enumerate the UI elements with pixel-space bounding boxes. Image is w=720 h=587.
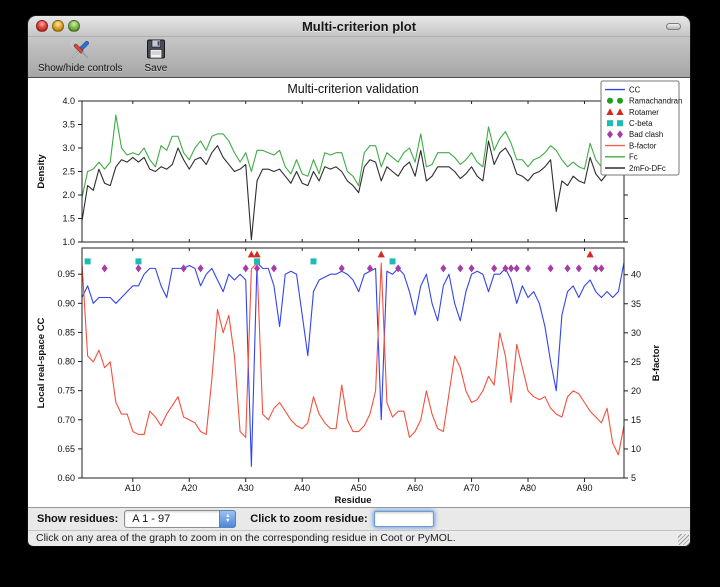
- svg-text:2.0: 2.0: [62, 190, 75, 200]
- zoom-residue-label: Click to zoom residue:: [250, 513, 367, 525]
- resize-grip[interactable]: [678, 534, 689, 545]
- svg-text:2mFo-DFc: 2mFo-DFc: [629, 164, 666, 173]
- titlebar[interactable]: Multi-criterion plot: [28, 16, 690, 37]
- toolbar: Show/hide controls Save: [28, 37, 690, 78]
- svg-text:0.75: 0.75: [57, 386, 75, 396]
- svg-text:0.60: 0.60: [57, 473, 75, 483]
- series-B-factor: [82, 263, 624, 455]
- svg-text:2.5: 2.5: [62, 167, 75, 177]
- svg-text:0.95: 0.95: [57, 269, 75, 279]
- svg-text:15: 15: [631, 415, 641, 425]
- svg-text:A80: A80: [520, 483, 536, 493]
- validation-panel: 0.95 0.90 0.85 0.80 0.75 0.70 0.65 0.60 40 35 30 25…: [36, 248, 662, 506]
- save-icon: [145, 38, 167, 62]
- chart-title: Multi-criterion validation: [287, 82, 418, 96]
- svg-text:10: 10: [631, 444, 641, 454]
- marker-row-rotamer: [248, 251, 594, 258]
- svg-text:Fc: Fc: [629, 153, 638, 162]
- cc-ylabel: Local real-space CC: [36, 317, 47, 408]
- svg-text:0.85: 0.85: [57, 327, 75, 337]
- svg-text:Ramachandran: Ramachandran: [629, 97, 682, 106]
- svg-text:B-factor: B-factor: [629, 141, 657, 150]
- svg-text:0.80: 0.80: [57, 357, 75, 367]
- svg-text:A10: A10: [125, 483, 141, 493]
- svg-text:Bad clash: Bad clash: [629, 130, 663, 139]
- show-residues-label: Show residues:: [37, 513, 118, 525]
- svg-text:0.70: 0.70: [57, 415, 75, 425]
- svg-text:A60: A60: [407, 483, 423, 493]
- svg-text:5: 5: [631, 473, 636, 483]
- plot-canvas[interactable]: Multi-criterion validation 4.0 3.5 3.0 2.5 2.…: [28, 78, 690, 507]
- svg-text:0.65: 0.65: [57, 444, 75, 454]
- svg-text:25: 25: [631, 357, 641, 367]
- svg-text:30: 30: [631, 328, 641, 338]
- legend: CC Ramachandran Rotamer C-beta Bad clash B-fa…: [601, 81, 682, 175]
- svg-text:1.5: 1.5: [62, 214, 75, 224]
- series-CC: [82, 263, 624, 467]
- residue-range-value: A 1 - 97: [132, 513, 170, 525]
- svg-text:4.0: 4.0: [62, 96, 75, 106]
- status-bar: Click on any area of the graph to zoom i…: [28, 530, 690, 546]
- multi-criterion-plot-window: Multi-criterion plot: [28, 16, 690, 546]
- tools-icon: [67, 38, 93, 62]
- screen: Multi-criterion plot: [0, 0, 720, 587]
- status-text: Click on any area of the graph to zoom i…: [36, 532, 456, 544]
- svg-text:0.90: 0.90: [57, 298, 75, 308]
- marker-row-c-beta: [85, 258, 396, 264]
- x-axis-label: Residue: [335, 495, 372, 506]
- toolbar-toggle-button[interactable]: [666, 23, 681, 30]
- zoom-residue-input[interactable]: [374, 511, 434, 527]
- controls-bar: Show residues: A 1 - 97 ▲▼ Click to zoom…: [28, 507, 690, 530]
- stepper-arrows-icon[interactable]: ▲▼: [219, 510, 236, 528]
- svg-text:A30: A30: [238, 483, 254, 493]
- series-2mFo-DFc: [82, 139, 624, 240]
- show-hide-controls-button[interactable]: Show/hide controls: [34, 37, 127, 75]
- svg-text:Rotamer: Rotamer: [629, 108, 659, 117]
- svg-text:35: 35: [631, 299, 641, 309]
- density-ylabel: Density: [36, 154, 47, 189]
- svg-text:A40: A40: [294, 483, 310, 493]
- svg-text:3.0: 3.0: [62, 143, 75, 153]
- svg-text:3.5: 3.5: [62, 120, 75, 130]
- svg-text:A20: A20: [181, 483, 197, 493]
- save-button[interactable]: Save: [141, 37, 172, 75]
- window-title: Multi-criterion plot: [28, 16, 690, 37]
- svg-text:20: 20: [631, 386, 641, 396]
- svg-text:CC: CC: [629, 85, 641, 94]
- svg-text:A70: A70: [464, 483, 480, 493]
- svg-text:1.0: 1.0: [62, 237, 75, 247]
- show-hide-controls-label: Show/hide controls: [38, 63, 123, 74]
- bfactor-ylabel: B-factor: [651, 344, 662, 381]
- density-panel: 4.0 3.5 3.0 2.5 2.0 1.5 1.0 Density: [36, 96, 628, 247]
- save-label: Save: [145, 63, 168, 74]
- svg-text:A90: A90: [576, 483, 592, 493]
- residue-range-select[interactable]: A 1 - 97 ▲▼: [124, 510, 236, 528]
- svg-text:A50: A50: [351, 483, 367, 493]
- svg-text:40: 40: [631, 270, 641, 280]
- svg-text:C-beta: C-beta: [629, 119, 653, 128]
